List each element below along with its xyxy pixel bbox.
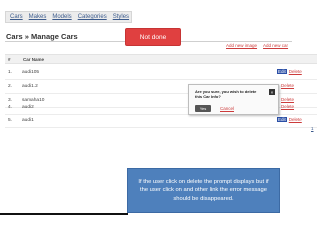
- add-links: Add new image Add new car: [226, 43, 288, 48]
- close-icon[interactable]: ×: [269, 89, 275, 95]
- table-header: # Car Name: [5, 54, 317, 64]
- bottom-divider: [0, 213, 128, 215]
- pagination-page-link[interactable]: 1: [311, 126, 314, 131]
- nav-item-models[interactable]: Models: [52, 14, 71, 20]
- car-name: audi1: [22, 118, 34, 123]
- delete-link[interactable]: Delete: [281, 104, 294, 109]
- delete-confirm-dialog: Are you sure, you wish to delete this Ca…: [188, 84, 279, 115]
- row-actions: Edit Delete: [277, 69, 302, 74]
- row-number: 1.: [8, 70, 13, 75]
- add-new-image-link[interactable]: Add new image: [226, 43, 257, 48]
- dialog-message: Are you sure, you wish to delete this Ca…: [195, 89, 257, 99]
- status-sticky-note: Not done: [125, 28, 181, 46]
- car-name: audi2: [22, 105, 34, 110]
- nav-item-makes[interactable]: Makes: [29, 14, 47, 20]
- delete-link[interactable]: Delete: [289, 117, 302, 122]
- nav-item-styles[interactable]: Styles: [113, 14, 129, 20]
- edit-link[interactable]: Edit: [277, 69, 287, 74]
- row-number: 4.: [8, 105, 13, 110]
- car-name: audi105: [22, 70, 40, 75]
- page-title: Cars » Manage Cars: [6, 32, 78, 41]
- row-number: 5.: [8, 118, 13, 123]
- delete-link[interactable]: Delete: [281, 83, 294, 88]
- nav-item-cars[interactable]: Cars: [10, 14, 23, 20]
- row-actions: Delete: [277, 83, 294, 88]
- row-number: 2.: [8, 84, 13, 89]
- column-header-number: #: [8, 57, 11, 62]
- table-row: 1. audi105 Edit Delete: [5, 66, 317, 80]
- row-actions: Delete: [277, 104, 294, 109]
- cancel-link[interactable]: Cancel: [220, 106, 234, 111]
- nav-item-categories[interactable]: Categories: [78, 14, 107, 20]
- add-new-car-link[interactable]: Add new car: [263, 43, 288, 48]
- column-header-car-name: Car Name: [23, 57, 45, 62]
- table-row: 5. audi1 Edit Delete: [5, 114, 317, 128]
- edit-link[interactable]: Edit: [277, 117, 287, 122]
- row-actions: Edit Delete: [277, 117, 302, 122]
- annotation-note: If the user click on delete the prompt d…: [127, 168, 280, 213]
- car-name: audi1.2: [22, 84, 38, 89]
- confirm-yes-button[interactable]: Yes: [195, 105, 211, 112]
- delete-link[interactable]: Delete: [289, 69, 302, 74]
- top-nav: Cars Makes Models Categories Styles: [5, 11, 132, 23]
- page: Cars Makes Models Categories Styles Cars…: [0, 0, 320, 240]
